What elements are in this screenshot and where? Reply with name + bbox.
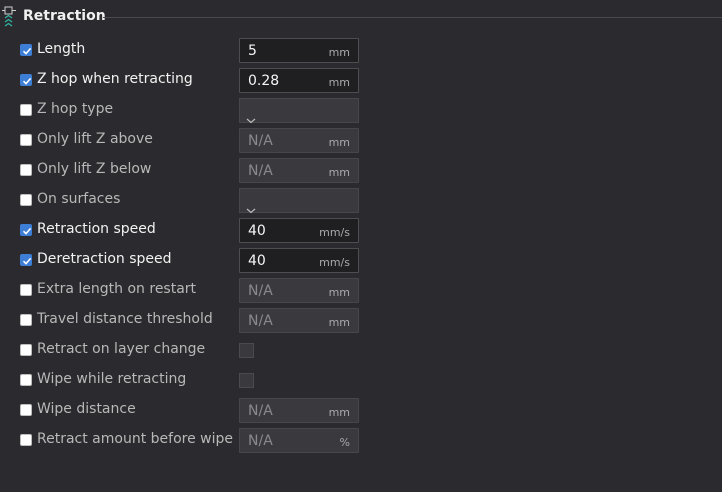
setting-row-retract-amount-before-wipe: Retract amount before wipe N/A% — [0, 425, 722, 455]
travel-distance-threshold-checkbox[interactable] — [20, 314, 32, 326]
setting-row-only-lift-z-above: Only lift Z above N/A mm — [0, 125, 722, 155]
wipe-distance-label: Wipe distance — [37, 401, 136, 417]
length-checkbox[interactable] — [20, 44, 32, 56]
retraction-speed-value: 40 — [248, 223, 266, 239]
z-hop-when-retracting-input[interactable]: 0.28 mm — [239, 68, 359, 93]
deretraction-speed-value: 40 — [248, 253, 266, 269]
on-surfaces-dropdown[interactable] — [239, 188, 359, 214]
section-divider — [103, 17, 722, 18]
setting-row-deretraction-speed: Deretraction speed 40 mm/s — [0, 245, 722, 275]
only-lift-z-below-value: N/A — [248, 163, 273, 179]
travel-distance-threshold-value: N/A — [248, 313, 273, 329]
retraction-speed-label: Retraction speed — [37, 221, 156, 237]
setting-row-wipe-distance: Wipe distance N/A mm — [0, 395, 722, 425]
travel-distance-threshold-unit: mm — [328, 316, 350, 329]
length-label: Length — [37, 41, 86, 57]
setting-row-retract-on-layer-change: Retract on layer change — [0, 335, 722, 365]
retract-amount-before-wipe-label: Retract amount before wipe — [37, 431, 233, 447]
retract-on-layer-change-label: Retract on layer change — [37, 341, 206, 357]
deretraction-speed-label: Deretraction speed — [37, 251, 172, 267]
z-hop-when-retracting-value: 0.28 — [248, 73, 280, 89]
wipe-distance-value: N/A — [248, 403, 273, 419]
extra-length-on-restart-checkbox[interactable] — [20, 284, 32, 296]
on-surfaces-checkbox[interactable] — [20, 194, 32, 206]
retraction-speed-checkbox[interactable] — [20, 224, 32, 236]
setting-row-length: Length 5 mm — [0, 35, 722, 65]
section-header: Retraction — [0, 0, 722, 34]
only-lift-z-above-input[interactable]: N/A mm — [239, 128, 359, 153]
setting-row-extra-length-on-restart: Extra length on restart N/A mm — [0, 275, 722, 305]
only-lift-z-above-label: Only lift Z above — [37, 131, 153, 147]
deretraction-speed-checkbox[interactable] — [20, 254, 32, 266]
section-title: Retraction — [23, 8, 106, 24]
deretraction-speed-input[interactable]: 40 mm/s — [239, 248, 359, 273]
setting-row-retraction-speed: Retraction speed 40 mm/s — [0, 215, 722, 245]
retraction-icon — [2, 6, 18, 28]
wipe-distance-checkbox[interactable] — [20, 404, 32, 416]
setting-row-on-surfaces: On surfaces — [0, 185, 722, 215]
only-lift-z-above-unit: mm — [328, 136, 350, 149]
setting-row-wipe-while-retracting: Wipe while retracting — [0, 365, 722, 395]
only-lift-z-above-value: N/A — [248, 133, 273, 149]
z-hop-when-retracting-checkbox[interactable] — [20, 74, 32, 86]
only-lift-z-below-checkbox[interactable] — [20, 164, 32, 176]
only-lift-z-above-checkbox[interactable] — [20, 134, 32, 146]
z-hop-type-label: Z hop type — [37, 101, 114, 117]
retract-amount-before-wipe-input[interactable]: N/A% — [239, 428, 359, 453]
wipe-distance-input[interactable]: N/A mm — [239, 398, 359, 423]
retraction-speed-unit: mm/s — [319, 226, 350, 239]
length-unit: mm — [328, 46, 350, 59]
extra-length-on-restart-input[interactable]: N/A mm — [239, 278, 359, 303]
wipe-while-retracting-toggle[interactable] — [239, 373, 254, 388]
setting-row-z-hop-when-retracting: Z hop when retracting 0.28 mm — [0, 65, 722, 95]
deretraction-speed-unit: mm/s — [319, 256, 350, 269]
length-input[interactable]: 5 mm — [239, 38, 359, 63]
travel-distance-threshold-input[interactable]: N/A mm — [239, 308, 359, 333]
only-lift-z-below-label: Only lift Z below — [37, 161, 152, 177]
extra-length-on-restart-value: N/A — [248, 283, 273, 299]
retract-amount-before-wipe-value: N/A — [248, 433, 273, 449]
wipe-while-retracting-label: Wipe while retracting — [37, 371, 187, 387]
wipe-distance-unit: mm — [328, 406, 350, 419]
retract-on-layer-change-checkbox[interactable] — [20, 344, 32, 356]
setting-row-only-lift-z-below: Only lift Z below N/A mm — [0, 155, 722, 185]
extra-length-on-restart-label: Extra length on restart — [37, 281, 197, 297]
retraction-speed-input[interactable]: 40 mm/s — [239, 218, 359, 243]
z-hop-type-checkbox[interactable] — [20, 104, 32, 116]
only-lift-z-below-unit: mm — [328, 166, 350, 179]
z-hop-when-retracting-label: Z hop when retracting — [37, 71, 193, 87]
travel-distance-threshold-label: Travel distance threshold — [37, 311, 213, 327]
z-hop-when-retracting-unit: mm — [328, 76, 350, 89]
retract-on-layer-change-toggle[interactable] — [239, 343, 254, 358]
wipe-while-retracting-checkbox[interactable] — [20, 374, 32, 386]
retract-amount-before-wipe-unit: % — [339, 436, 350, 449]
retract-amount-before-wipe-checkbox[interactable] — [20, 434, 32, 446]
setting-row-travel-distance-threshold: Travel distance threshold N/A mm — [0, 305, 722, 335]
z-hop-type-dropdown[interactable] — [239, 98, 359, 124]
setting-row-z-hop-type: Z hop type — [0, 95, 722, 125]
only-lift-z-below-input[interactable]: N/A mm — [239, 158, 359, 183]
on-surfaces-label: On surfaces — [37, 191, 121, 207]
extra-length-on-restart-unit: mm — [328, 286, 350, 299]
length-value: 5 — [248, 43, 257, 59]
